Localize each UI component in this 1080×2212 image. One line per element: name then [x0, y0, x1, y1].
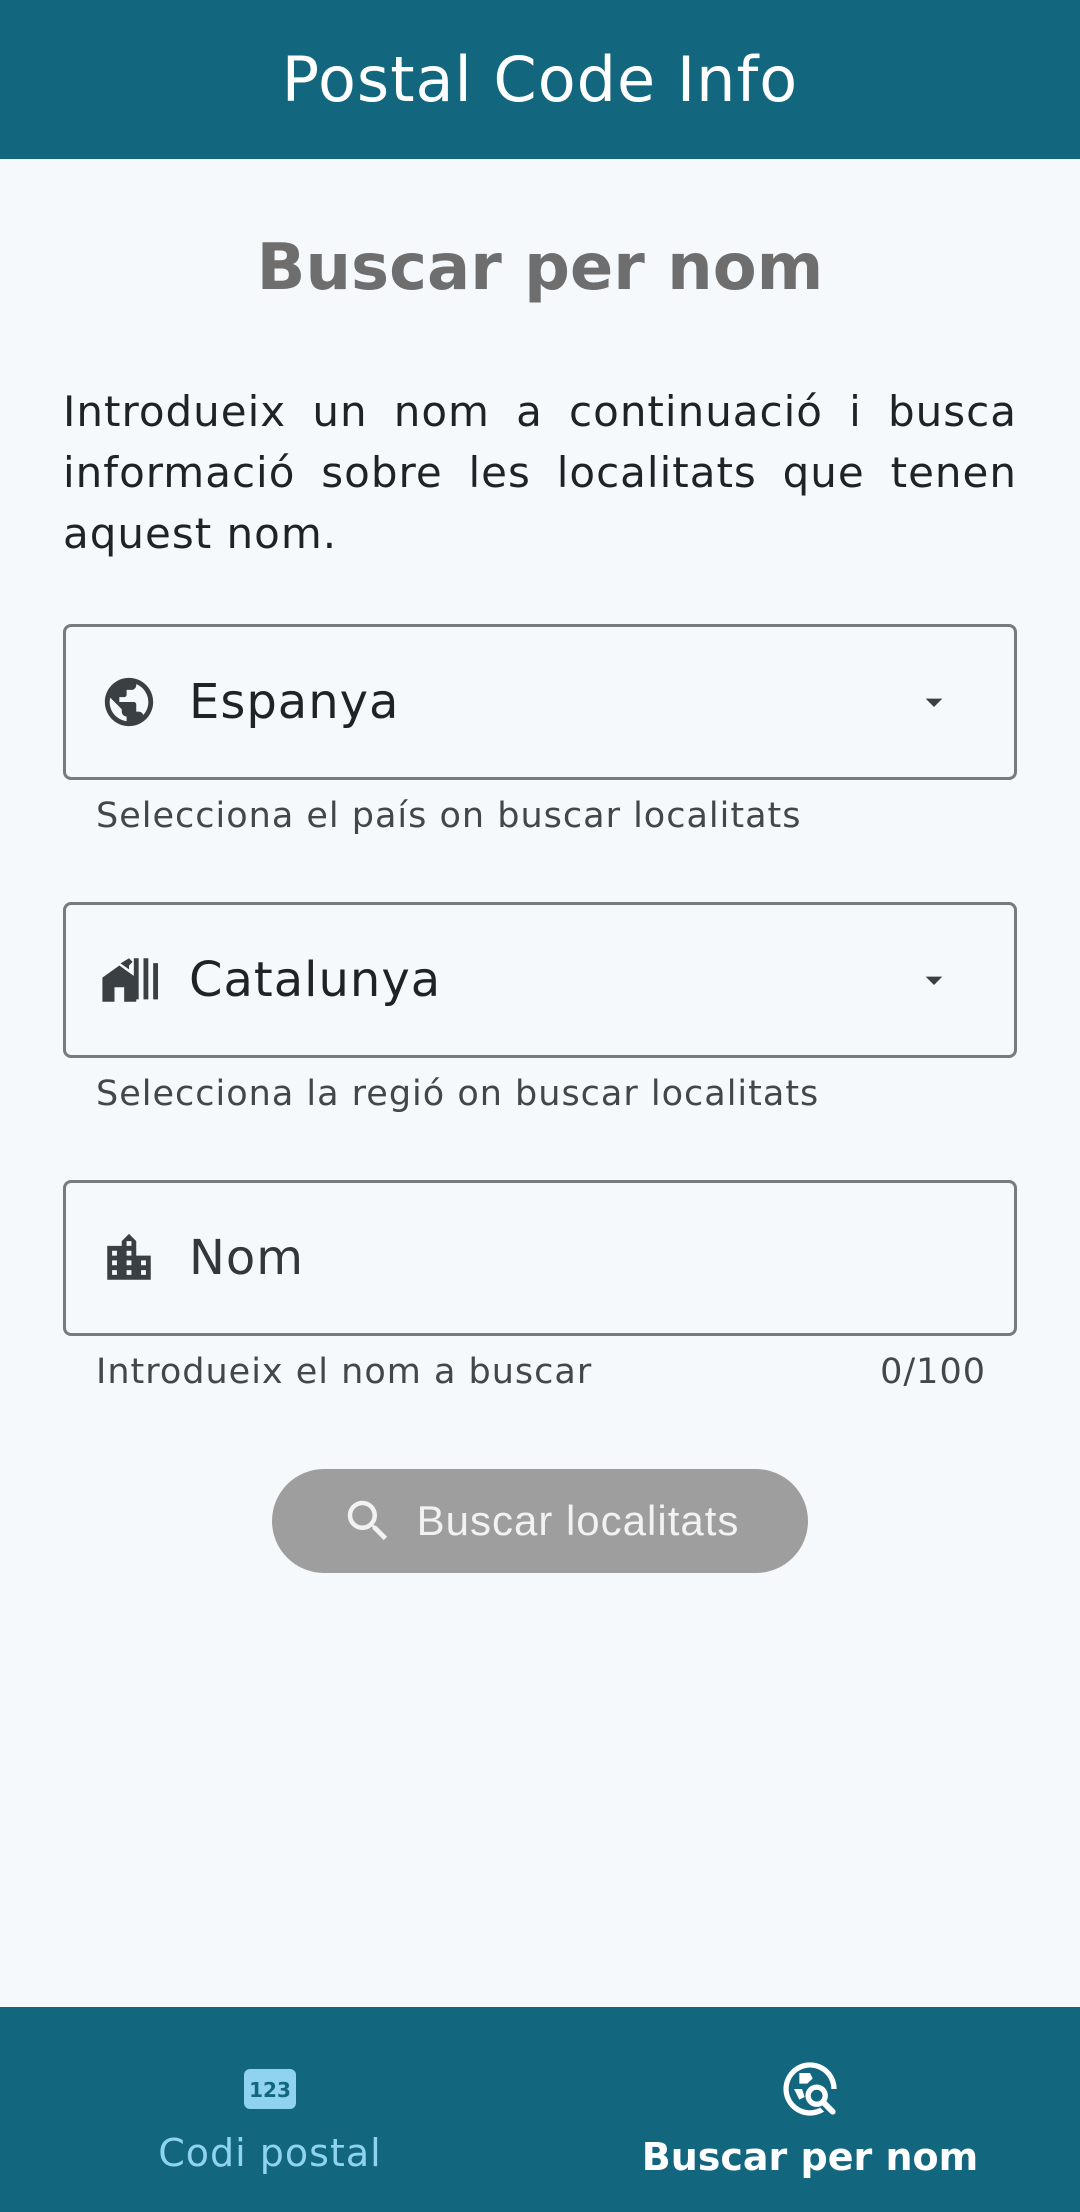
- intro-text: Introdueix un nom a continuació i busca …: [63, 387, 1017, 558]
- page-title: Buscar per nom: [256, 231, 824, 305]
- region-dropdown[interactable]: Catalunya: [63, 902, 1017, 1058]
- houses-icon: [99, 950, 159, 1010]
- main-content: Buscar per nom Introdueix un nom a conti…: [0, 159, 1080, 2007]
- svg-text:123: 123: [249, 2078, 291, 2102]
- search-button-label: Buscar localitats: [416, 1497, 740, 1544]
- country-value: Espanya: [189, 674, 400, 730]
- bottom-navigation: 123 Codi postal Buscar per nom: [0, 2007, 1080, 2212]
- name-input[interactable]: Nom: [63, 1180, 1017, 1336]
- region-helper: Selecciona la regió on buscar localitats: [96, 1074, 986, 1114]
- search-icon: [341, 1494, 395, 1548]
- search-location-icon: [778, 2057, 842, 2121]
- region-helper-text: Selecciona la regió on buscar localitats: [96, 1074, 820, 1114]
- app-bar: Postal Code Info: [0, 0, 1080, 159]
- country-dropdown[interactable]: Espanya: [63, 624, 1017, 780]
- nav-item-postal-code[interactable]: 123 Codi postal: [0, 2007, 540, 2212]
- name-helper-text: Introdueix el nom a buscar: [96, 1352, 593, 1392]
- name-helper: Introdueix el nom a buscar 0/100: [96, 1352, 986, 1392]
- nav-label-search-by-name: Buscar per nom: [641, 2135, 979, 2179]
- name-placeholder: Nom: [189, 1230, 305, 1286]
- numeric-123-icon: 123: [238, 2057, 302, 2121]
- country-helper-text: Selecciona el país on buscar localitats: [96, 796, 802, 836]
- country-helper: Selecciona el país on buscar localitats: [96, 796, 986, 836]
- city-buildings-icon: [99, 1228, 159, 1288]
- dropdown-arrow-icon: [904, 950, 964, 1010]
- nav-label-postal-code: Codi postal: [158, 2131, 382, 2175]
- app-title: Postal Code Info: [281, 43, 799, 116]
- name-char-counter: 0/100: [880, 1352, 986, 1392]
- search-localities-button[interactable]: Buscar localitats: [272, 1469, 808, 1573]
- globe-icon: [99, 672, 159, 732]
- region-value: Catalunya: [189, 952, 442, 1008]
- nav-item-search-by-name[interactable]: Buscar per nom: [540, 2007, 1080, 2212]
- dropdown-arrow-icon: [904, 672, 964, 732]
